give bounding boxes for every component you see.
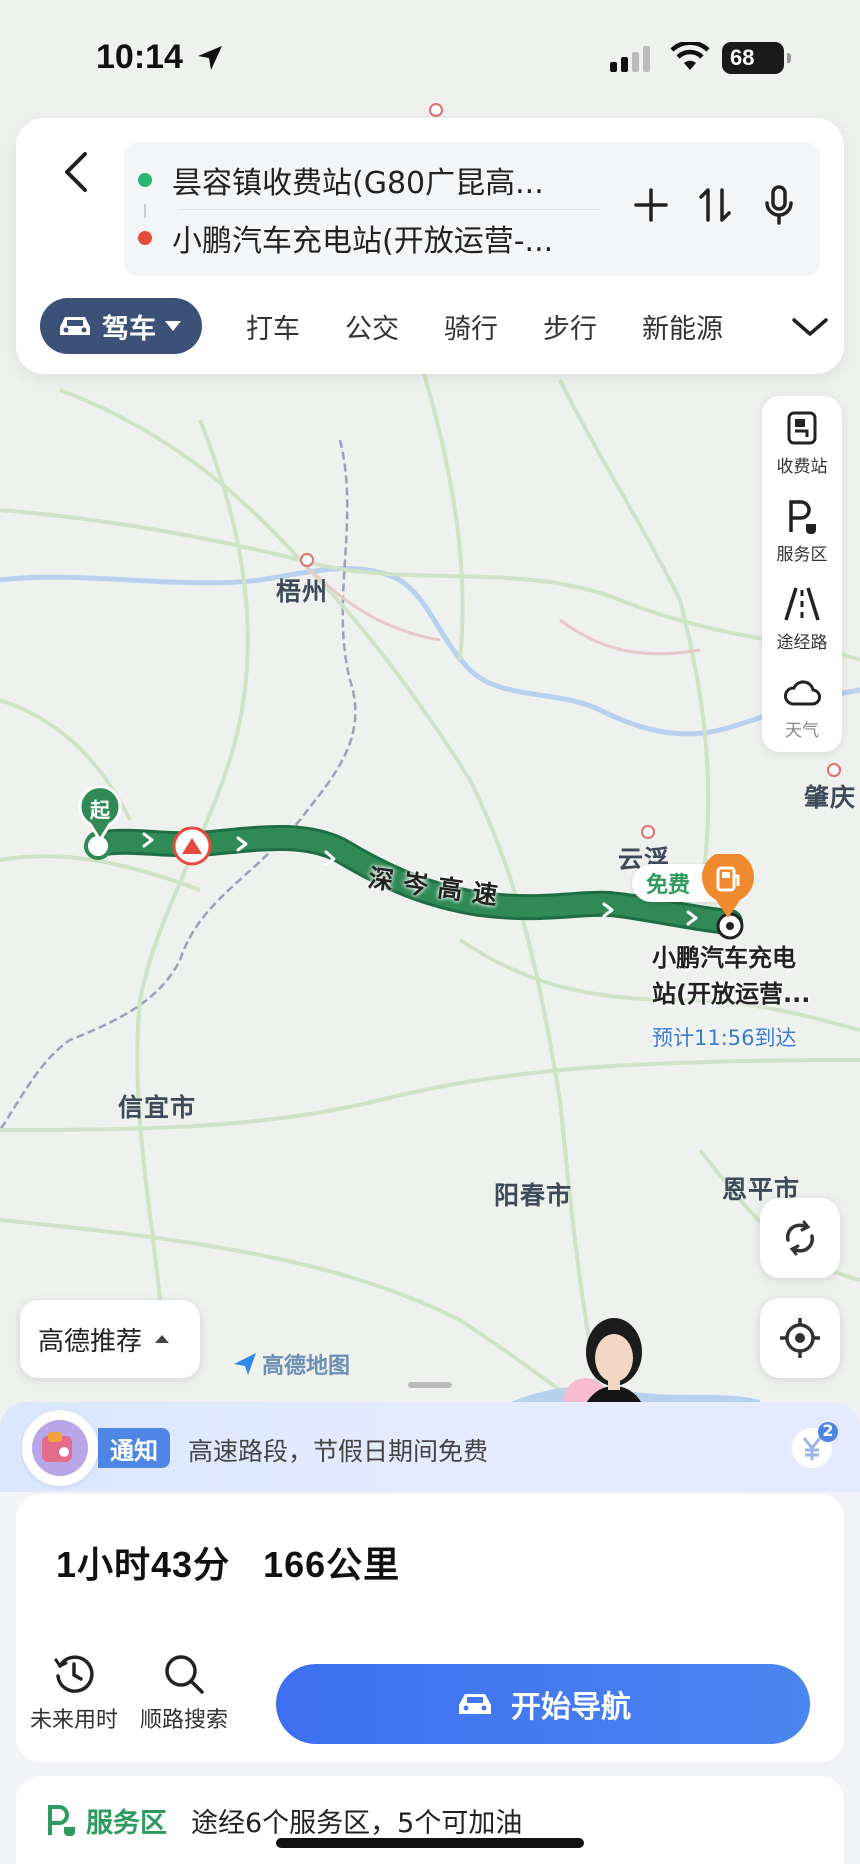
- service-area-text: 途经6个服务区，5个可加油: [191, 1807, 523, 1839]
- amap-arrow-icon: [234, 1353, 256, 1375]
- weather-icon: [784, 680, 821, 706]
- caret-down-icon: [165, 321, 181, 331]
- amap-logo: 高德地图: [232, 1348, 350, 1380]
- start-navigation-button[interactable]: 开始导航: [276, 1664, 810, 1744]
- coupon-button[interactable]: 2: [790, 1421, 838, 1470]
- road-icon: [784, 587, 820, 621]
- service-area-summary[interactable]: 服务区 途经6个服务区，5个可加油: [16, 1776, 844, 1864]
- route-summary-card[interactable]: 1小时43分 166公里 未来用时 顺路搜索 开始导航: [16, 1494, 844, 1762]
- service-area-icon: [789, 500, 816, 534]
- mode-walking[interactable]: 步行: [543, 307, 597, 346]
- destination-dot-icon: [138, 231, 152, 245]
- toll-free-label: 免费: [646, 873, 691, 898]
- add-waypoint-button[interactable]: [630, 180, 672, 230]
- mode-cycling[interactable]: 骑行: [444, 307, 498, 346]
- route-summary-sheet: 通知 高速路段，节假日期间免费 2 1小时43分 166公里 未来用时 顺路搜索…: [0, 1402, 860, 1864]
- swap-route-button[interactable]: [694, 180, 736, 230]
- more-modes-button[interactable]: [790, 310, 830, 342]
- mode-new-energy[interactable]: 新能源: [642, 307, 723, 346]
- origin-field[interactable]: 昙容镇收费站(G80广昆高...: [124, 150, 604, 210]
- destination-text: 小鹏汽车充电站(开放运营-...: [172, 224, 554, 259]
- origin-dot-icon: [138, 173, 152, 187]
- city-label-xinyi: 信宜市: [118, 1093, 197, 1122]
- mode-transit[interactable]: 公交: [345, 307, 399, 346]
- layer-toll-station[interactable]: 收费站: [762, 396, 842, 484]
- notice-text: 高速路段，节假日期间免费: [188, 1437, 489, 1466]
- route-summary: 1小时43分 166公里: [56, 1536, 422, 1588]
- wallet-avatar-icon: [22, 1410, 98, 1486]
- caret-up-icon: [155, 1335, 170, 1343]
- route-distance: 166公里: [263, 1544, 401, 1585]
- chevron-left-icon: [65, 152, 87, 192]
- layer-toll-station-label: 收费站: [776, 457, 828, 477]
- wifi-icon: [670, 42, 710, 70]
- route-inputs: 昙容镇收费站(G80广昆高... 小鹏汽车充电站(开放运营-...: [124, 142, 820, 276]
- locate-button[interactable]: [760, 1298, 840, 1378]
- home-indicator[interactable]: [276, 1838, 584, 1848]
- battery-level: 68: [730, 45, 755, 70]
- eta-label: 预计11:56到达: [652, 1026, 797, 1050]
- voice-input-button[interactable]: [758, 180, 800, 230]
- car-icon: [60, 317, 90, 335]
- status-time: 10:14: [96, 38, 183, 76]
- city-label-wuzhou: 梧州: [276, 577, 329, 606]
- back-button[interactable]: [46, 142, 106, 202]
- search-icon: [165, 1655, 204, 1694]
- layer-road[interactable]: 途经路: [762, 572, 842, 660]
- toll-station-icon: [787, 411, 817, 445]
- start-marker-label: 起: [90, 798, 110, 822]
- route-planner-card: 昙容镇收费站(G80广昆高... 小鹏汽车充电站(开放运营-... 驾车 打车 …: [16, 118, 844, 374]
- sheet-drag-handle[interactable]: [408, 1382, 452, 1388]
- origin-text: 昙容镇收费站(G80广昆高...: [172, 166, 544, 201]
- crosshair-icon: [780, 1318, 820, 1358]
- refresh-icon: [785, 1220, 815, 1256]
- status-bar: 10:14 68: [0, 0, 860, 110]
- cellular-signal-icon: [610, 46, 650, 72]
- future-time-label: 未来用时: [29, 1708, 118, 1733]
- map-layer-panel: 收费站 服务区 途经路 天气: [762, 396, 842, 752]
- future-time-button[interactable]: 未来用时: [24, 1652, 124, 1742]
- recommend-label: 高德推荐: [38, 1326, 143, 1357]
- layer-road-label: 途经路: [776, 633, 828, 653]
- charging-pin-icon: [702, 850, 754, 918]
- start-navigation-label: 开始导航: [511, 1690, 631, 1725]
- refresh-route-button[interactable]: [760, 1198, 840, 1278]
- battery-indicator: 68: [722, 42, 791, 74]
- recommend-dropdown[interactable]: 高德推荐: [20, 1300, 200, 1378]
- along-search-label: 顺路搜索: [139, 1708, 228, 1733]
- layer-service-area-label: 服务区: [776, 545, 828, 565]
- destination-label[interactable]: 小鹏汽车充电站(开放运营...: [652, 940, 812, 1012]
- notice-tag: 通知: [98, 1428, 170, 1468]
- layer-weather-label: 天气: [785, 721, 819, 741]
- coupon-badge-count: 2: [822, 1421, 834, 1440]
- chevron-down-icon: [792, 318, 828, 336]
- car-icon: [459, 1694, 491, 1714]
- city-label-zhaoqing: 肇庆: [804, 783, 857, 812]
- mode-drive-label: 驾车: [102, 313, 156, 345]
- service-area-icon: [48, 1805, 75, 1836]
- along-search-button[interactable]: 顺路搜索: [134, 1652, 234, 1742]
- clock-icon: [54, 1655, 94, 1693]
- microphone-icon: [765, 185, 793, 225]
- layer-service-area[interactable]: 服务区: [762, 484, 842, 572]
- mode-drive-active[interactable]: 驾车: [40, 298, 202, 354]
- notice-bar[interactable]: 通知 高速路段，节假日期间免费 2: [0, 1402, 860, 1492]
- route-tools: [630, 180, 800, 230]
- city-label-yangchun: 阳春市: [494, 1181, 573, 1210]
- amap-logo-text: 高德地图: [262, 1354, 351, 1379]
- location-arrow-icon: [198, 46, 222, 70]
- swap-icon: [699, 188, 731, 222]
- destination-pin[interactable]: [700, 850, 756, 924]
- start-marker[interactable]: 起: [78, 785, 122, 846]
- travel-mode-bar: 驾车 打车 公交 骑行 步行 新能源: [40, 298, 830, 354]
- destination-field[interactable]: 小鹏汽车充电站(开放运营-...: [124, 208, 604, 268]
- service-area-title: 服务区: [86, 1807, 167, 1839]
- route-duration: 1小时43分: [56, 1544, 231, 1585]
- layer-weather[interactable]: 天气: [762, 660, 842, 748]
- plus-icon: [634, 188, 668, 222]
- mode-taxi[interactable]: 打车: [246, 307, 300, 346]
